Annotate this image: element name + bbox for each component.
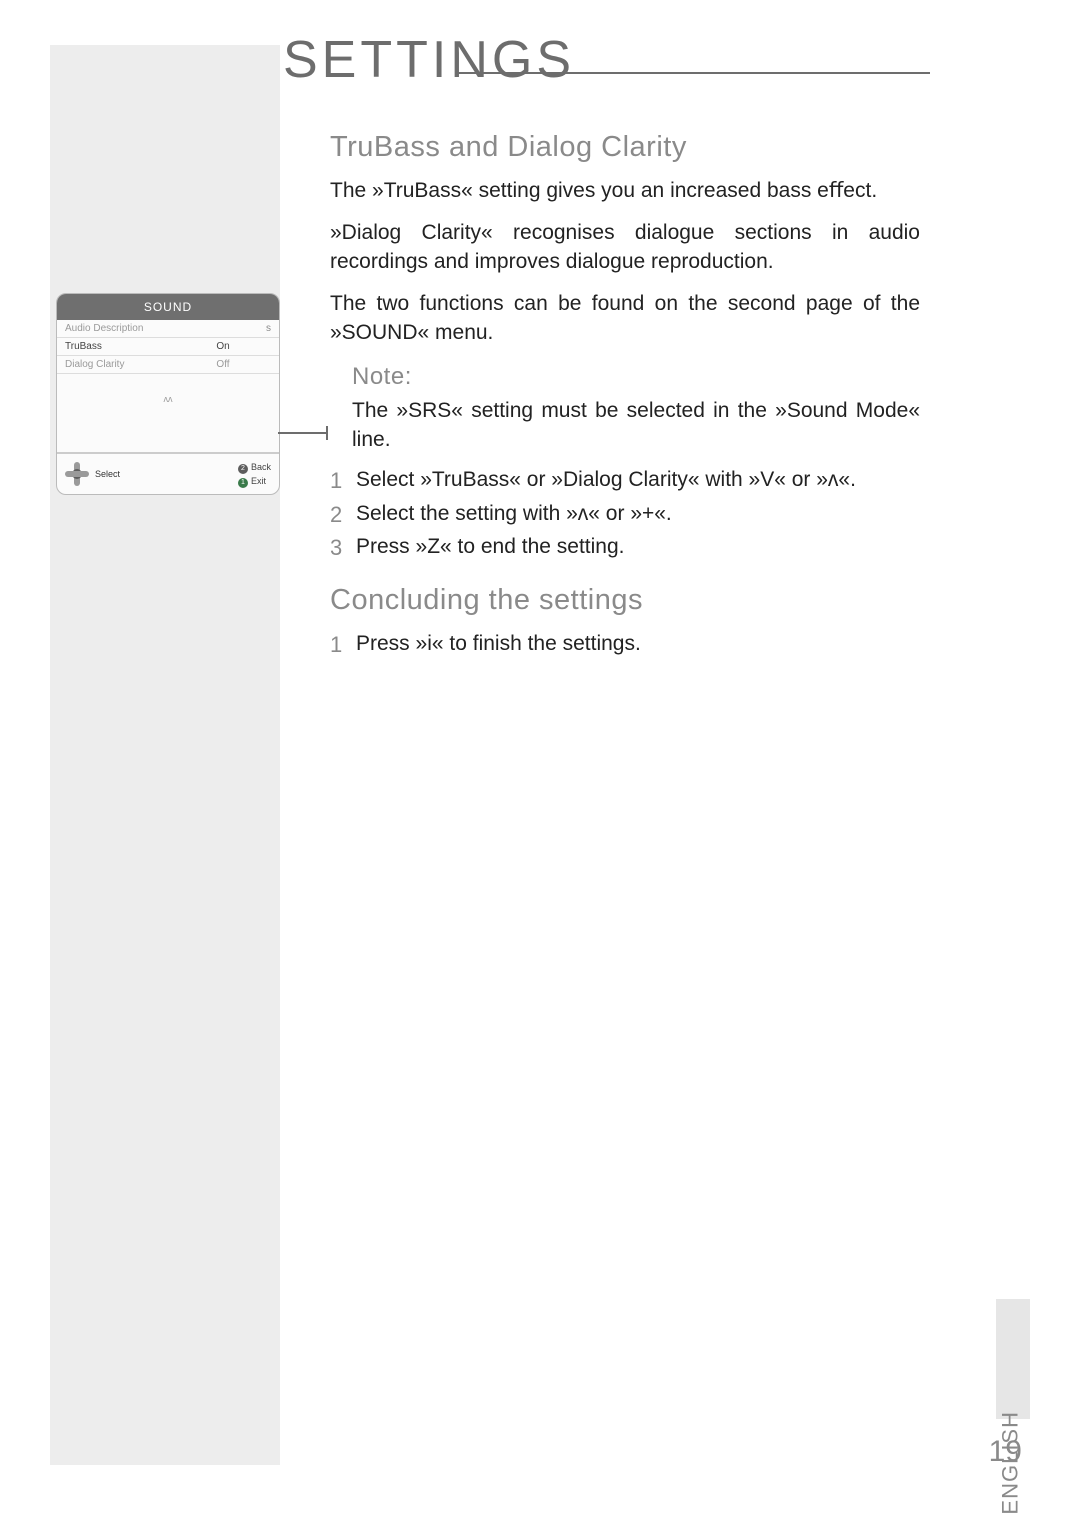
osd-row-label: TruBass (65, 341, 185, 352)
badge-icon: 1 (238, 478, 248, 488)
step-text: Press »i« to ﬁnish the settings. (356, 630, 920, 660)
osd-row-dialog-clarity: Dialog Clarity Off (57, 356, 279, 374)
osd-row-label: Audio Description (65, 323, 185, 334)
page-title: SETTINGS (283, 30, 575, 90)
osd-back-label: Back (251, 462, 271, 472)
title-underline (455, 72, 930, 74)
step-item: 1Select »TruBass« or »Dialog Clarity« wi… (330, 466, 920, 496)
step-text: Press »Z« to end the setting. (356, 533, 920, 563)
paragraph: »Dialog Clarity« recognises dialogue sec… (330, 219, 920, 276)
step-item: 1Press »i« to ﬁnish the settings. (330, 630, 920, 660)
dpad-icon (65, 462, 89, 486)
paragraph: The two functions can be found on the se… (330, 290, 920, 347)
step-number: 1 (330, 466, 356, 496)
osd-row-label: Dialog Clarity (65, 359, 185, 370)
note-text: The »SRS« setting must be selected in th… (352, 397, 920, 454)
note-label: Note: (352, 361, 920, 393)
osd-exit-hint: 1Exit (238, 474, 271, 488)
osd-row-value: Off (185, 359, 261, 370)
osd-footer-inner: Select 2Back 1Exit (57, 454, 279, 494)
paragraph: The »TruBass« setting gives you an incre… (330, 177, 920, 205)
language-tab (996, 1299, 1030, 1419)
osd-row-trubass: TruBass On (57, 338, 279, 356)
osd-row-audio-description: Audio Description s (57, 320, 279, 338)
badge-icon: 2 (238, 464, 248, 474)
step-text: Select »TruBass« or »Dialog Clarity« wit… (356, 466, 920, 496)
osd-title: SOUND (57, 294, 279, 320)
page-number: 19 (989, 1435, 1022, 1469)
chevron-right-icon: s (261, 323, 271, 334)
section-heading-trubass: TruBass and Dialog Clarity (330, 128, 920, 167)
connector-line (278, 432, 328, 434)
osd-select-label: Select (95, 469, 120, 479)
osd-sound-menu: SOUND Audio Description s TruBass On Dia… (56, 293, 280, 495)
step-number: 2 (330, 500, 356, 530)
left-column-strip (50, 45, 280, 1465)
osd-page-arrow: ᴧᴧ (57, 374, 279, 406)
osd-footer: Select 2Back 1Exit (57, 452, 279, 494)
osd-footer-right: 2Back 1Exit (238, 460, 271, 488)
manual-page: SETTINGS TruBass and Dialog Clarity The … (0, 0, 1080, 1527)
osd-back-hint: 2Back (238, 460, 271, 474)
step-number: 1 (330, 630, 356, 660)
steps-list: 1Select »TruBass« or »Dialog Clarity« wi… (330, 466, 920, 563)
section-heading-concluding: Concluding the settings (330, 581, 920, 620)
steps-list: 1Press »i« to ﬁnish the settings. (330, 630, 920, 660)
osd-row-value: On (185, 341, 261, 352)
step-text: Select the setting with »ᴧ« or »+«. (356, 500, 920, 530)
step-item: 2Select the setting with »ᴧ« or »+«. (330, 500, 920, 530)
body-text: TruBass and Dialog Clarity The »TruBass«… (330, 110, 920, 664)
step-item: 3Press »Z« to end the setting. (330, 533, 920, 563)
step-number: 3 (330, 533, 356, 563)
osd-exit-label: Exit (251, 476, 266, 486)
